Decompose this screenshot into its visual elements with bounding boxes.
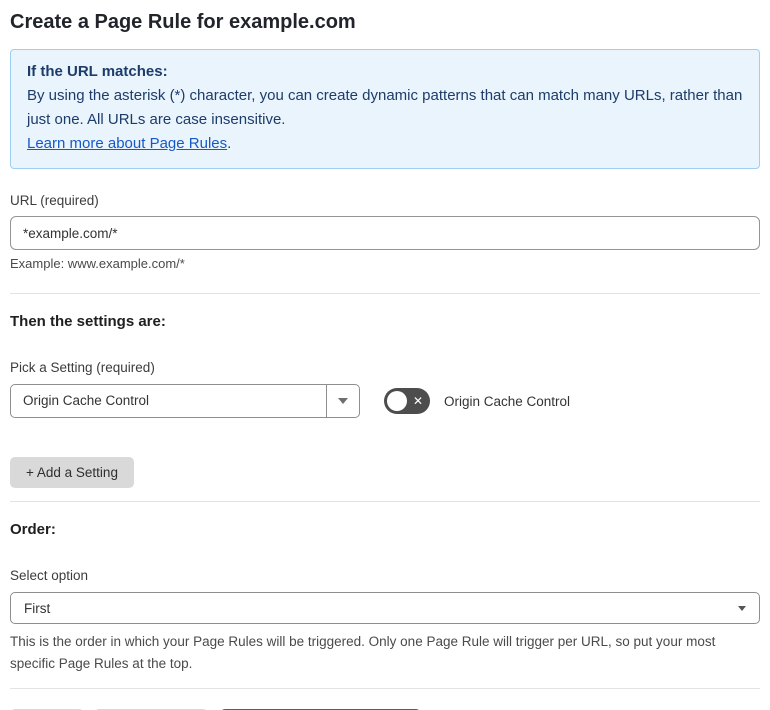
settings-section-heading: Then the settings are: — [10, 313, 166, 330]
pick-setting-label: Pick a Setting (required) — [10, 360, 155, 375]
toggle-label: Origin Cache Control — [444, 393, 571, 409]
chevron-down-icon — [738, 605, 746, 611]
divider — [10, 293, 760, 294]
info-box-body: By using the asterisk (*) character, you… — [27, 87, 743, 128]
origin-cache-toggle[interactable]: ✕ — [384, 388, 430, 414]
toggle-knob — [387, 391, 407, 411]
link-period: . — [227, 135, 232, 152]
order-select-label: Select option — [10, 568, 89, 583]
page-title: Create a Page Rule for example.com — [10, 11, 356, 33]
dropdown-arrow-button[interactable] — [326, 385, 359, 417]
setting-dropdown[interactable]: Origin Cache Control — [10, 384, 360, 418]
order-section-heading: Order: — [10, 521, 56, 538]
url-example-hint: Example: www.example.com/* — [10, 256, 185, 271]
order-help-text: This is the order in which your Page Rul… — [10, 634, 716, 671]
url-input[interactable] — [10, 216, 760, 250]
chevron-down-icon — [338, 398, 348, 404]
page-rule-form: Create a Page Rule for example.com If th… — [0, 8, 770, 710]
setting-dropdown-value: Origin Cache Control — [23, 393, 150, 408]
order-select[interactable]: First — [10, 592, 760, 624]
learn-more-link[interactable]: Learn more about Page Rules — [27, 135, 227, 152]
divider — [10, 501, 760, 502]
order-select-value: First — [24, 600, 51, 616]
setting-row: Origin Cache Control ✕ Origin Cache Cont… — [10, 384, 760, 418]
url-match-info-box: If the URL matches: By using the asteris… — [10, 49, 760, 169]
info-box-heading: If the URL matches: — [27, 63, 168, 80]
toggle-x-icon: ✕ — [412, 394, 423, 408]
url-field-label: URL (required) — [10, 193, 99, 208]
add-setting-button[interactable]: + Add a Setting — [10, 457, 134, 488]
info-box-link-line: Learn more about Page Rules. — [27, 132, 743, 156]
divider — [10, 688, 760, 689]
